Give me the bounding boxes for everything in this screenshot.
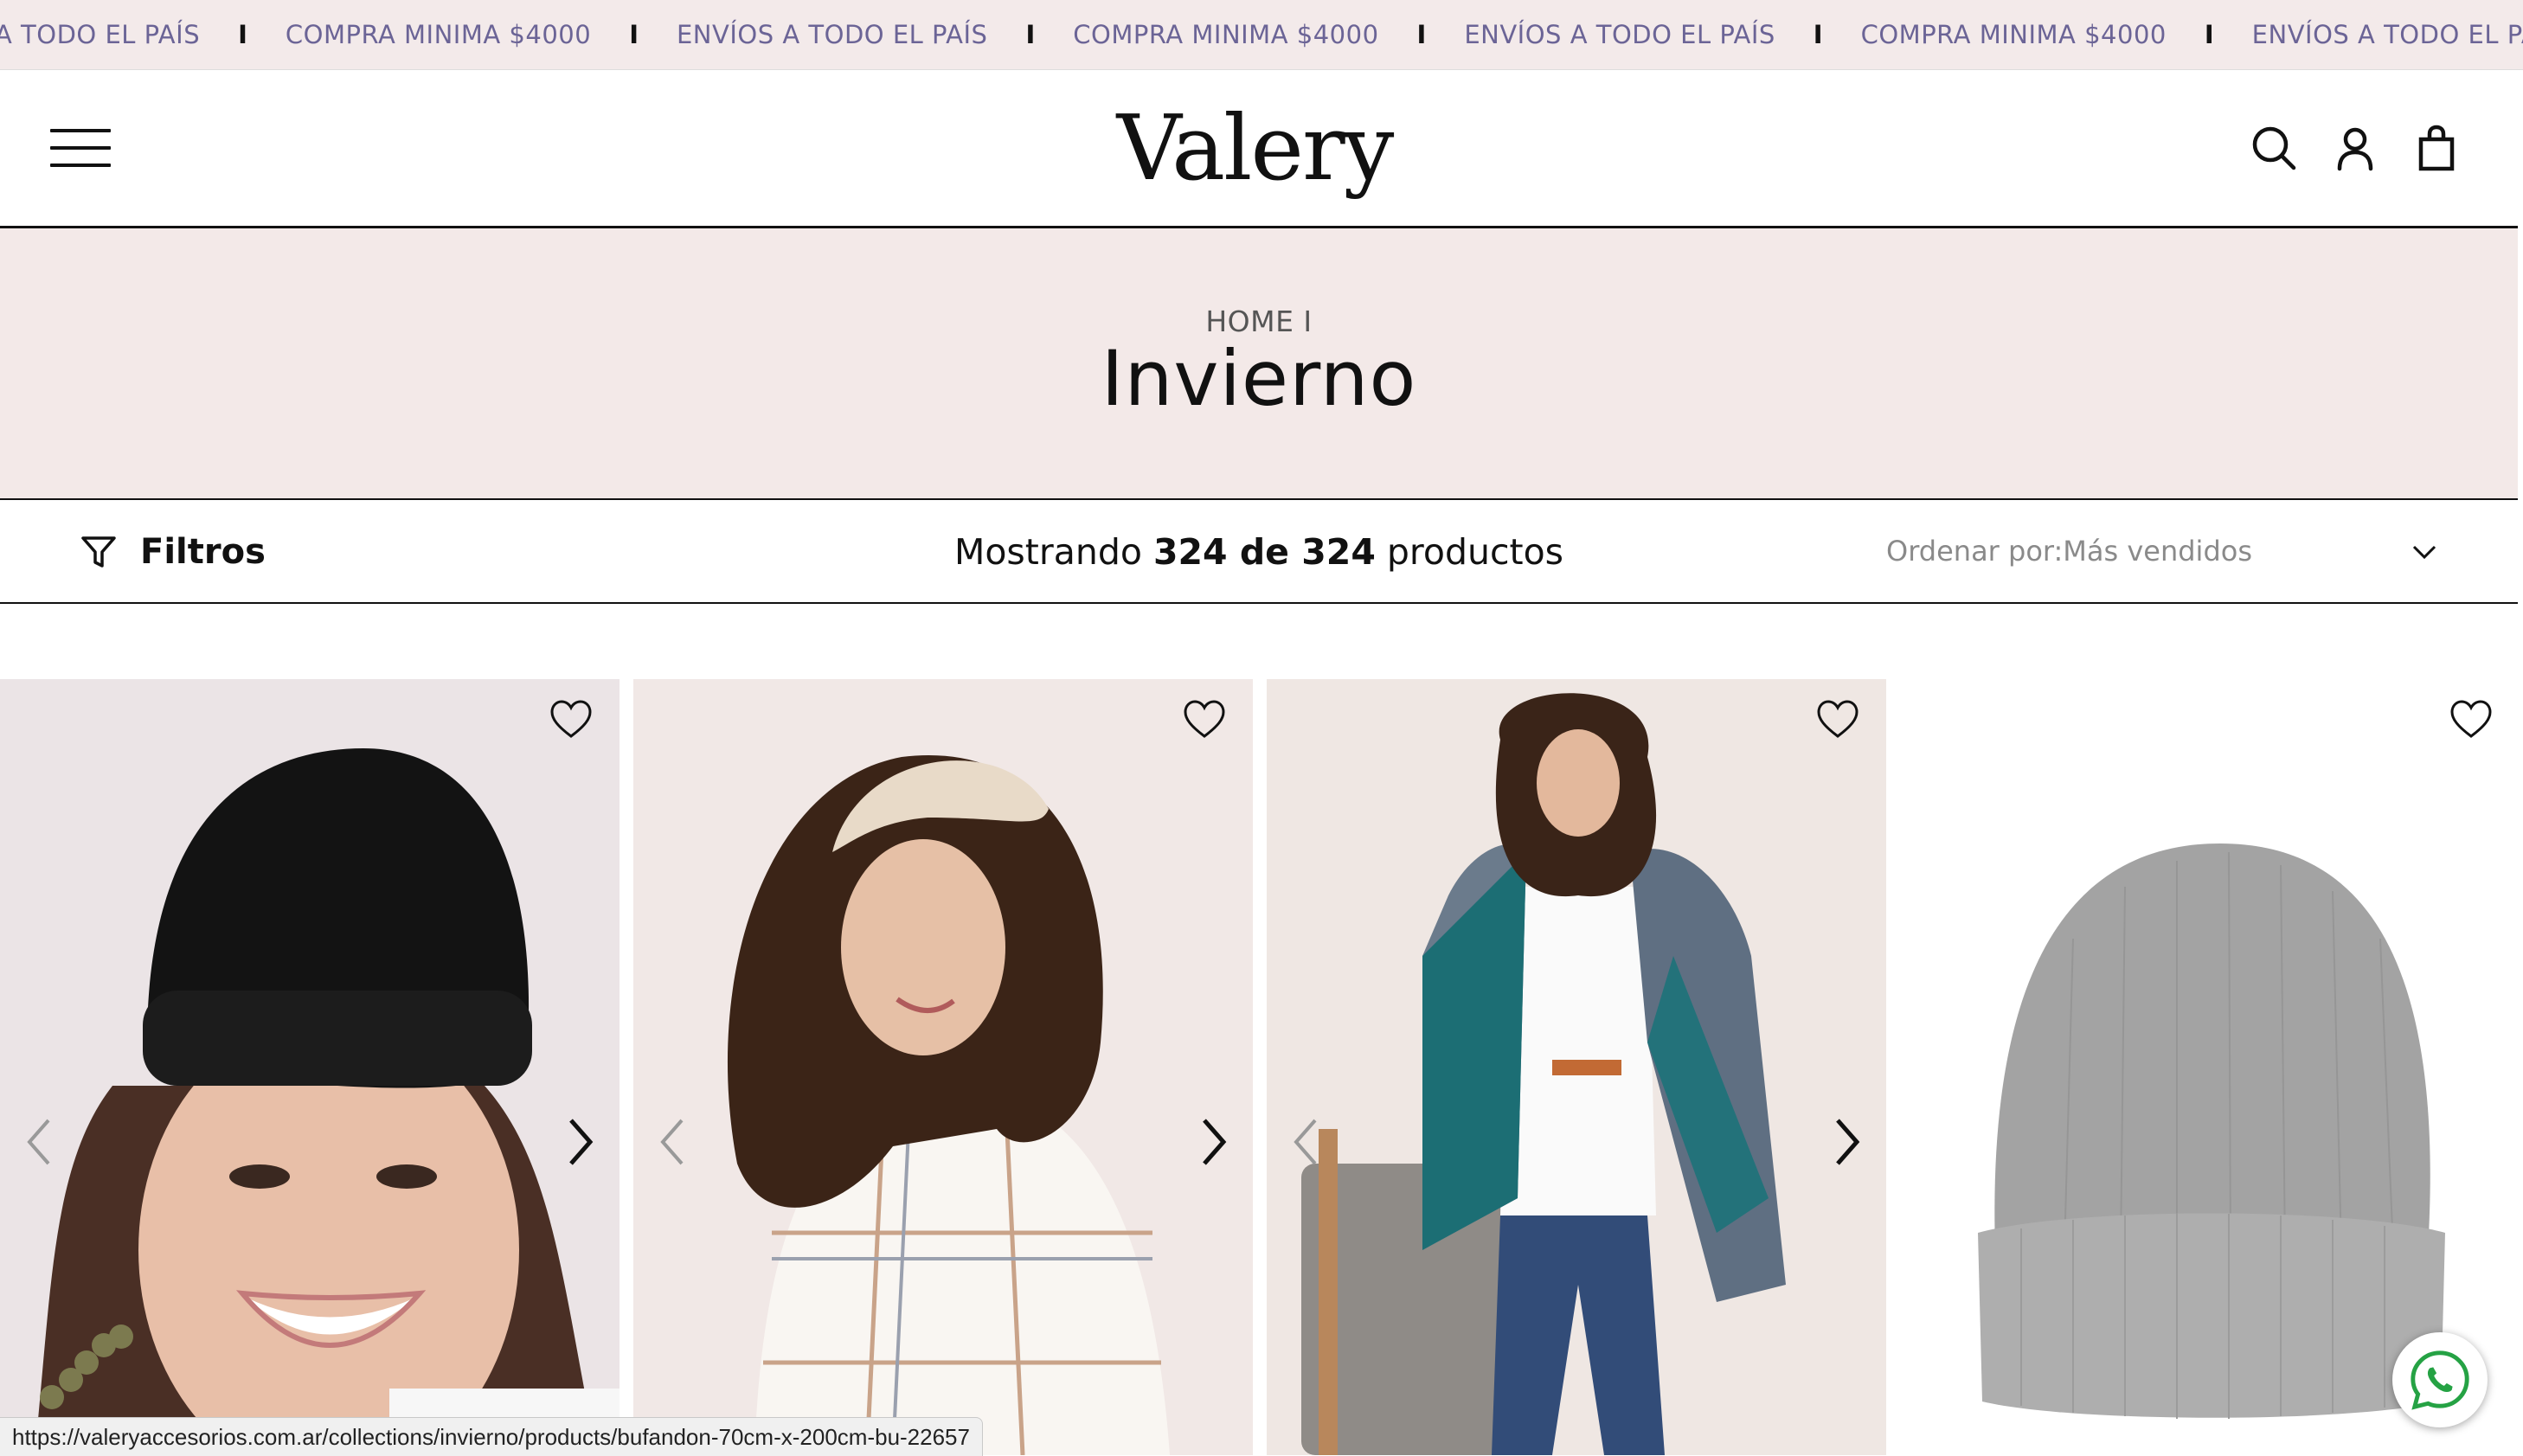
announcement-separator: I [238,20,247,49]
carousel-prev-icon[interactable] [1286,1112,1327,1172]
product-image[interactable] [633,679,1253,1455]
carousel-next-icon[interactable] [1826,1112,1867,1172]
menu-icon[interactable] [50,129,111,170]
announcement-bar: A TODO EL PAÍS I COMPRA MINIMA $4000 I E… [0,0,2523,70]
count-prefix: Mostrando [953,531,1153,573]
wishlist-heart-icon[interactable] [1815,698,1860,743]
product-card[interactable] [0,679,620,1455]
whatsapp-icon [2411,1350,2469,1410]
carousel-prev-icon[interactable] [652,1112,694,1172]
announcement-item: ENVÍOS A TODO EL PAÍS [676,20,988,49]
count-shown: 324 [1152,531,1228,573]
announcement-separator: I [1416,20,1427,49]
site-header: Valery [0,70,2518,228]
announcement-item: A TODO EL PAÍS [0,20,201,49]
search-icon[interactable] [2248,122,2300,174]
sort-label: Ordenar por: [1886,535,2064,568]
product-grid [0,679,2523,1455]
announcement-separator: I [1025,20,1036,49]
announcement-separator: I [2204,20,2214,49]
count-suffix: productos [1375,531,1564,573]
announcement-item: COMPRA MINIMA $4000 [1073,20,1379,49]
announcement-item: COMPRA MINIMA $4000 [1860,20,2167,49]
carousel-next-icon[interactable] [559,1112,600,1172]
announcement-track: A TODO EL PAÍS I COMPRA MINIMA $4000 I E… [0,0,2523,69]
wishlist-heart-icon[interactable] [1182,698,1227,743]
product-image[interactable] [1267,679,1886,1455]
whatsapp-button[interactable] [2392,1332,2488,1427]
account-icon[interactable] [2329,122,2381,174]
announcement-item: ENVÍOS A TODO EL PAÍS [2251,20,2523,49]
sort-select[interactable]: Ordenar por:Más vendidos [1886,535,2440,573]
carousel-next-icon[interactable] [1192,1112,1234,1172]
announcement-separator: I [629,20,639,49]
site-logo[interactable]: Valery [1117,87,1395,208]
count-of: de [1227,531,1302,573]
page-title: Invierno [1101,334,1417,423]
carousel-prev-icon[interactable] [19,1112,61,1172]
collection-hero: HOME I Invierno [0,228,2518,500]
cart-icon[interactable] [2411,122,2462,174]
collection-toolbar: Filtros Mostrando 324 de 324 productos O… [0,500,2518,604]
announcement-item: ENVÍOS A TODO EL PAÍS [1464,20,1775,49]
product-card[interactable] [633,679,1253,1455]
announcement-separator: I [1813,20,1823,49]
wishlist-heart-icon[interactable] [549,698,594,743]
status-url: https://valeryaccesorios.com.ar/collecti… [0,1417,983,1456]
wishlist-heart-icon[interactable] [2449,698,2494,743]
announcement-item: COMPRA MINIMA $4000 [285,20,592,49]
product-card[interactable] [1267,679,1886,1455]
chevron-down-icon [2412,545,2436,560]
count-total: 324 [1301,531,1376,573]
product-image[interactable] [0,679,620,1455]
sort-value: Más vendidos [2063,535,2252,568]
